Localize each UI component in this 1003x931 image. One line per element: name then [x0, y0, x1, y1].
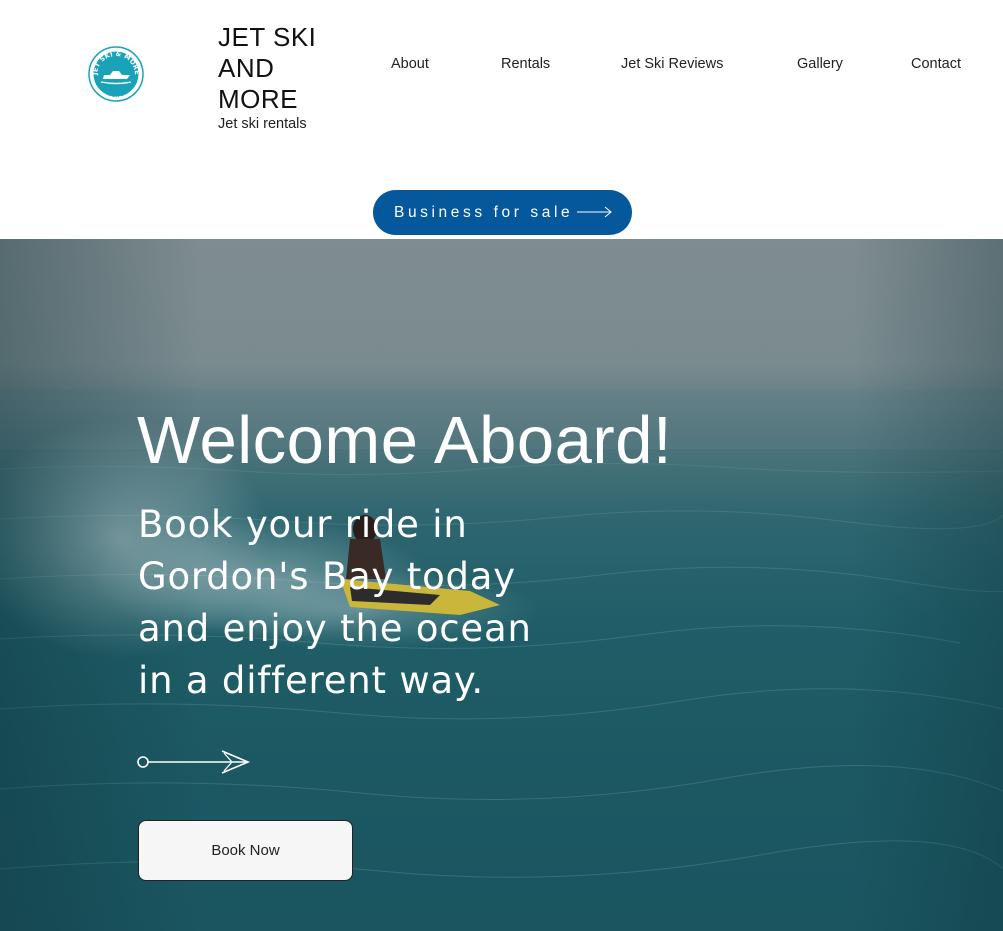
arrow-right-icon — [577, 206, 612, 218]
nav-link-contact[interactable]: Contact — [911, 56, 961, 72]
nav-link-rentals[interactable]: Rentals — [501, 56, 550, 72]
long-arrow-right-icon — [137, 750, 251, 774]
hero-section: Welcome Aboard! Book your ride in Gordon… — [0, 239, 1003, 931]
nav-link-about[interactable]: About — [391, 56, 429, 72]
hero-title: Welcome Aboard! — [137, 403, 673, 478]
business-for-sale-button[interactable]: Business for sale — [373, 190, 632, 235]
brand-tagline: Jet ski rentals — [218, 116, 307, 132]
brand-logo[interactable]: JET SKI & MORE GORDON'S BAY — [88, 46, 144, 102]
business-for-sale-label: Business for sale — [394, 203, 574, 221]
site-header: JET SKI & MORE GORDON'S BAY JET SKI AND … — [0, 0, 1003, 239]
nav-link-jet-ski-reviews[interactable]: Jet Ski Reviews — [621, 56, 723, 72]
nav-link-gallery[interactable]: Gallery — [797, 56, 843, 72]
page: JET SKI & MORE GORDON'S BAY JET SKI AND … — [0, 0, 1003, 931]
brand-title[interactable]: JET SKI AND MORE — [218, 22, 348, 115]
book-now-button[interactable]: Book Now — [138, 820, 353, 881]
hero-subtitle: Book your ride in Gordon's Bay today and… — [138, 503, 532, 702]
